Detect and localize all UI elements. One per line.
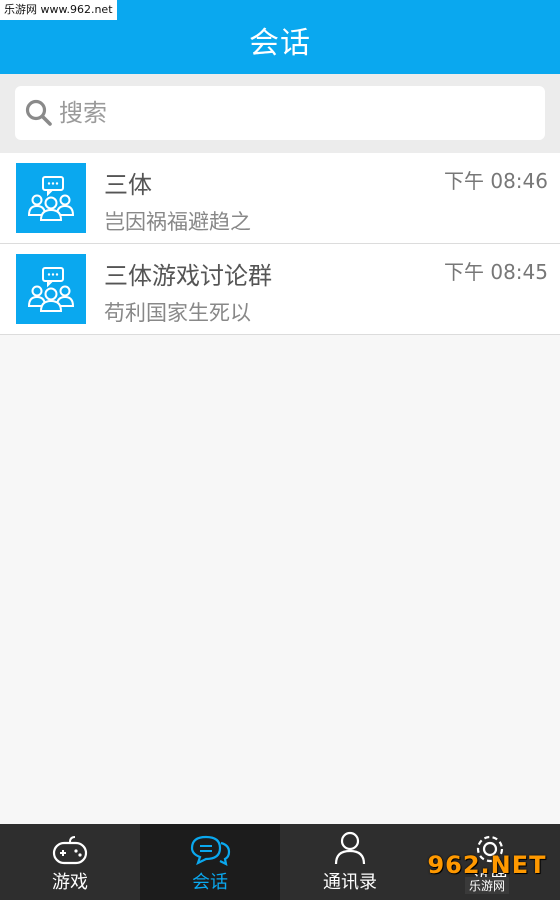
conversation-name: 三体游戏讨论群 [104,262,272,290]
search-icon [25,99,52,126]
group-avatar [16,254,86,324]
group-chat-icon [27,267,75,312]
chat-bubbles-icon [190,835,231,866]
tab-conversations[interactable]: 会话 [140,824,280,900]
watermark-top: 乐游网 www.962.net [0,0,117,20]
conversation-time: 下午 08:45 [444,260,548,284]
group-chat-icon [27,176,75,221]
conversation-preview: 苟利国家生死以 [104,301,251,325]
tab-contacts[interactable]: 通讯录 [280,824,420,900]
page-title: 会话 [249,26,311,61]
conversation-time: 下午 08:46 [444,169,548,193]
contacts-person-icon [334,831,366,865]
tab-label: 游戏 [52,872,88,893]
conversation-item[interactable]: 三体 下午 08:46 岂因祸福避趋之 [0,153,560,244]
search-box[interactable] [15,86,545,140]
search-input[interactable] [59,99,499,127]
gamepad-icon [52,836,88,865]
conversation-item[interactable]: 三体游戏讨论群 下午 08:45 苟利国家生死以 [0,244,560,335]
group-avatar [16,163,86,233]
conversation-list: 三体 下午 08:46 岂因祸福避趋之 三体游戏讨论群 下午 08:45 苟利国… [0,153,560,335]
tab-label: 会话 [192,872,228,893]
watermark-logo-text: 962.NET [427,850,547,879]
conversation-preview: 岂因祸福避趋之 [104,210,251,234]
watermark-logo-sub: 乐游网 [464,876,509,894]
conversation-name: 三体 [104,171,152,199]
search-area [0,74,560,153]
tab-label: 通讯录 [323,872,377,893]
tab-games[interactable]: 游戏 [0,824,140,900]
watermark-logo: 962.NET 乐游网 [418,848,556,896]
